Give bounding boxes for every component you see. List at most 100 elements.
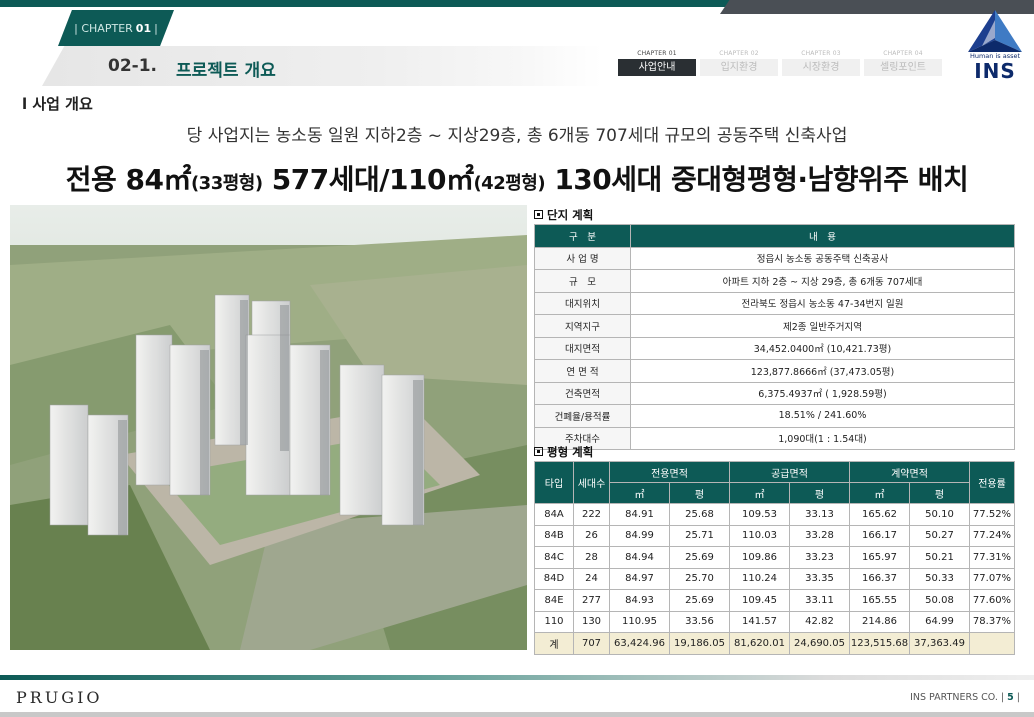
cell: 50.27	[909, 524, 970, 547]
header-py: 평	[909, 482, 970, 504]
nav-tab-chapter-02[interactable]: CHAPTER 02 입지환경	[700, 48, 778, 80]
cell: 24,690.05	[789, 632, 850, 655]
row-label: 규 모	[534, 269, 631, 293]
cell: 130	[573, 610, 610, 633]
headline-part-small: (33평형)	[190, 173, 263, 194]
section-number: 02-1.	[108, 56, 157, 76]
chapter-prefix: | CHAPTER	[74, 21, 133, 35]
unit-plan-title: 평형 계획	[534, 444, 593, 460]
cell: 26	[573, 524, 610, 547]
row-label: 대지면적	[534, 336, 631, 360]
table-header-row: 구 분 내 용	[534, 224, 1015, 248]
complex-plan-title: 단지 계획	[534, 207, 593, 223]
nav-chapter-caption: CHAPTER 02	[719, 50, 759, 57]
cell: 25.69	[669, 546, 730, 569]
nav-tab-chapter-01[interactable]: CHAPTER 01 사업안내	[618, 48, 696, 80]
row-value: 34,452.0400㎡ (10,421.73평)	[630, 336, 1015, 360]
row-value: 아파트 지하 2층 ~ 지상 29층, 총 6개동 707세대	[630, 269, 1015, 293]
table-row: 84E 277 84.93 25.69 109.45 33.11 165.55 50.08 77…	[534, 589, 1015, 612]
cell: 123,515.68	[849, 632, 910, 655]
nav-chapter-caption: CHAPTER 01	[637, 50, 677, 57]
cell: 50.33	[909, 567, 970, 590]
logo-name: INS	[974, 59, 1016, 83]
cell: 84.91	[609, 503, 670, 526]
table-total-row: 계 707 63,424.96 19,186.05 81,620.01 24,690.05…	[534, 632, 1015, 655]
cell: 110	[534, 610, 574, 633]
cell: 141.57	[729, 610, 790, 633]
cell: 165.97	[849, 546, 910, 569]
table-row: 지역지구 제2종 일반주거지역	[534, 314, 1015, 338]
header-m2: ㎡	[729, 482, 790, 504]
cell: 277	[573, 589, 610, 612]
cell: 24	[573, 567, 610, 590]
cell: 84C	[534, 546, 574, 569]
cell: 109.45	[729, 589, 790, 612]
table-row: 사 업 명 정읍시 농소동 공동주택 신축공사	[534, 246, 1015, 270]
cell: 50.21	[909, 546, 970, 569]
header-py: 평	[669, 482, 730, 504]
nav-label: 입지환경	[700, 59, 778, 76]
cell: 28	[573, 546, 610, 569]
nav-tab-chapter-03[interactable]: CHAPTER 03 시장환경	[782, 48, 860, 80]
table-row: 84A 222 84.91 25.68 109.53 33.13 165.62 50.10 77…	[534, 503, 1015, 526]
row-value: 123,877.8666㎡ (37,473.05평)	[630, 359, 1015, 383]
cell: 109.53	[729, 503, 790, 526]
cell: 165.62	[849, 503, 910, 526]
cell: 25.68	[669, 503, 730, 526]
cell: 33.28	[789, 524, 850, 547]
nav-tab-chapter-04[interactable]: CHAPTER 04 셀링포인트	[864, 48, 942, 80]
complex-plan-title-text: 단지 계획	[547, 208, 594, 222]
cell: 33.11	[789, 589, 850, 612]
cell: 19,186.05	[669, 632, 730, 655]
chapter-suffix: |	[154, 21, 158, 35]
cell: 77.60%	[969, 589, 1015, 612]
row-label: 지역지구	[534, 314, 631, 338]
cell: 110.95	[609, 610, 670, 633]
table-row: 건축면적 6,375.4937㎡ ( 1,928.59평)	[534, 381, 1015, 405]
chapter-nav: CHAPTER 01 사업안내 CHAPTER 02 입지환경 CHAPTER …	[618, 48, 946, 80]
intro-text: 당 사업지는 농소동 일원 지하2층 ~ 지상29층, 총 6개동 707세대 …	[186, 126, 848, 146]
row-label: 건폐율/용적률	[534, 404, 631, 428]
bottom-band	[0, 712, 1034, 717]
cell: 63,424.96	[609, 632, 670, 655]
cell: 84.97	[609, 567, 670, 590]
cell: 84.93	[609, 589, 670, 612]
sub-heading: l 사업 개요	[22, 95, 93, 113]
cell: 50.08	[909, 589, 970, 612]
header-exclusive-ratio: 전용률	[969, 461, 1015, 504]
table-header-row: 타입 세대수 전용면적 공급면적 계약면적 전용률	[534, 461, 1015, 504]
square-bullet-icon	[534, 210, 543, 219]
cell: 42.82	[789, 610, 850, 633]
cell: 64.99	[909, 610, 970, 633]
cell: 78.37%	[969, 610, 1015, 633]
headline-part-small: (42평형)	[473, 173, 546, 194]
cell: 110.24	[729, 567, 790, 590]
cell: 214.86	[849, 610, 910, 633]
cell: 84D	[534, 567, 574, 590]
page-separator: |	[1013, 692, 1020, 703]
cell: 166.17	[849, 524, 910, 547]
unit-rows: 84A 222 84.91 25.68 109.53 33.13 165.62 50.10 77…	[534, 503, 1015, 655]
header-py: 평	[789, 482, 850, 504]
cell: 25.70	[669, 567, 730, 590]
cell: 707	[573, 632, 610, 655]
headline-part: 전용 84㎡	[65, 163, 192, 196]
row-value: 전라북도 정읍시 농소동 47-34번지 일원	[630, 291, 1015, 315]
cell: 77.31%	[969, 546, 1015, 569]
cell: 84B	[534, 524, 574, 547]
table-row: 대지위치 전라북도 정읍시 농소동 47-34번지 일원	[534, 291, 1015, 315]
table-row: 84D 24 84.97 25.70 110.24 33.35 166.37 50.33 77.…	[534, 567, 1015, 590]
page-number: 5	[1007, 692, 1014, 703]
cell: 50.10	[909, 503, 970, 526]
headline-part: 577세대/110㎡	[262, 163, 474, 196]
table-row: 84C 28 84.94 25.69 109.86 33.23 165.97 50.21 77.…	[534, 546, 1015, 569]
cell: 84E	[534, 589, 574, 612]
cell: 222	[573, 503, 610, 526]
unit-plan-title-text: 평형 계획	[547, 445, 594, 459]
row-label: 사 업 명	[534, 246, 631, 270]
nav-label: 사업안내	[618, 59, 696, 76]
cell	[969, 632, 1015, 655]
cell: 37,363.49	[909, 632, 970, 655]
cell: 84.99	[609, 524, 670, 547]
table-row: 대지면적 34,452.0400㎡ (10,421.73평)	[534, 336, 1015, 360]
